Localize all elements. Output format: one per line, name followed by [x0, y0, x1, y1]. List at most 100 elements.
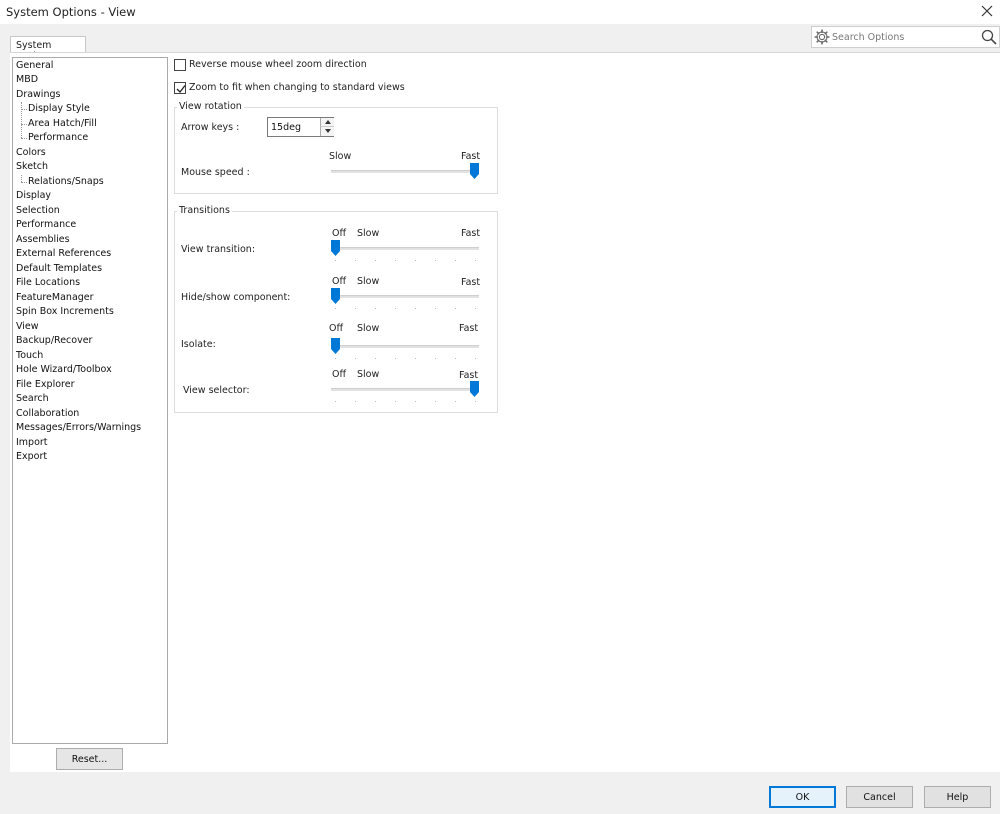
- search-input[interactable]: [832, 29, 982, 45]
- slider-tick: [475, 308, 476, 309]
- slider-tick: [335, 260, 336, 261]
- chevron-up-icon: [325, 120, 331, 124]
- view-transition-slider[interactable]: [331, 240, 479, 261]
- tree-item-mbd[interactable]: MBD: [16, 73, 38, 87]
- tree-item-display[interactable]: Display: [16, 189, 51, 203]
- hide-show-component-label: Hide/show component:: [181, 292, 291, 303]
- slider-tick: [455, 260, 456, 261]
- slider-tick: [475, 358, 476, 359]
- slider-tick: [375, 308, 376, 309]
- tree-item-general[interactable]: General: [16, 59, 53, 73]
- slider-track: [331, 247, 479, 250]
- slider-thumb[interactable]: [470, 163, 479, 179]
- view-transition-fast-label: Fast: [461, 228, 481, 239]
- tree-item-import[interactable]: Import: [16, 436, 48, 450]
- tree-item-drawings-performance[interactable]: Performance: [28, 131, 88, 145]
- tree-item-performance[interactable]: Performance: [16, 218, 76, 232]
- slider-tick: [415, 401, 416, 402]
- tree-item-export[interactable]: Export: [16, 450, 47, 464]
- tree-item-touch[interactable]: Touch: [16, 349, 43, 363]
- arrow-keys-input[interactable]: [271, 120, 317, 134]
- tree-item-messages-errors-warnings[interactable]: Messages/Errors/Warnings: [16, 421, 141, 435]
- search-box[interactable]: [811, 26, 1000, 48]
- slider-thumb[interactable]: [331, 338, 340, 354]
- slider-tick: [355, 308, 356, 309]
- slider-thumb[interactable]: [331, 288, 340, 304]
- tree-guide-tick: [21, 124, 27, 125]
- close-button[interactable]: [974, 0, 1000, 24]
- hide-show-slow-label: Slow: [357, 276, 380, 287]
- slider-tick: [335, 308, 336, 309]
- help-button[interactable]: Help: [924, 786, 991, 808]
- search-icon[interactable]: [981, 29, 997, 45]
- tree-item-sketch[interactable]: Sketch: [16, 160, 48, 174]
- slider-tick: [475, 260, 476, 261]
- view-rotation-title: View rotation: [177, 101, 244, 112]
- slider-tick: [475, 401, 476, 402]
- tree-item-backup-recover[interactable]: Backup/Recover: [16, 334, 92, 348]
- reset-button[interactable]: Reset...: [56, 748, 123, 770]
- tree-item-view[interactable]: View: [16, 320, 39, 334]
- tree-item-external-references[interactable]: External References: [16, 247, 111, 261]
- slider-thumb[interactable]: [470, 381, 479, 397]
- slider-tick: [435, 308, 436, 309]
- tree-guide-sketch: [21, 175, 22, 182]
- category-tree[interactable]: General MBD Drawings Display Style Area …: [12, 57, 168, 744]
- slider-tick: [395, 401, 396, 402]
- tree-guide-tick: [21, 138, 27, 139]
- slider-tick: [415, 308, 416, 309]
- slider-thumb[interactable]: [331, 240, 340, 256]
- arrow-keys-spinbox[interactable]: [267, 117, 334, 137]
- tree-item-collaboration[interactable]: Collaboration: [16, 407, 79, 421]
- view-selector-off-label: Off: [332, 369, 347, 380]
- tree-item-search[interactable]: Search: [16, 392, 49, 406]
- tree-item-file-locations[interactable]: File Locations: [16, 276, 80, 290]
- tree-item-relations-snaps[interactable]: Relations/Snaps: [28, 175, 104, 189]
- tree-item-featuremanager[interactable]: FeatureManager: [16, 291, 94, 305]
- view-transition-label: View transition:: [181, 244, 256, 255]
- view-selector-fast-label: Fast: [459, 370, 479, 381]
- spin-down-button[interactable]: [320, 127, 334, 136]
- tree-item-selection[interactable]: Selection: [16, 204, 60, 218]
- view-selector-label: View selector:: [183, 385, 250, 396]
- isolate-slider[interactable]: [331, 338, 479, 359]
- slider-tick: [375, 358, 376, 359]
- slider-ticks: [335, 308, 476, 310]
- gear-icon[interactable]: [814, 29, 830, 45]
- spin-up-button[interactable]: [320, 118, 334, 127]
- reverse-zoom-checkbox[interactable]: [174, 59, 186, 71]
- tree-item-assemblies[interactable]: Assemblies: [16, 233, 70, 247]
- tree-item-display-style[interactable]: Display Style: [28, 102, 90, 116]
- slider-tick: [435, 358, 436, 359]
- slider-tick: [455, 358, 456, 359]
- isolate-label: Isolate:: [181, 339, 216, 350]
- hide-show-component-slider[interactable]: [331, 288, 479, 309]
- window-title: System Options - View: [6, 5, 136, 19]
- tree-guide-tick: [21, 109, 27, 110]
- tree-item-file-explorer[interactable]: File Explorer: [16, 378, 74, 392]
- tree-item-spin-box-increments[interactable]: Spin Box Increments: [16, 305, 114, 319]
- tree-item-drawings[interactable]: Drawings: [16, 88, 60, 102]
- isolate-fast-label: Fast: [459, 323, 479, 334]
- mouse-speed-slider[interactable]: [331, 163, 479, 181]
- tree-item-colors[interactable]: Colors: [16, 146, 46, 160]
- title-bar: System Options - View: [0, 0, 1000, 24]
- slider-ticks: [335, 401, 476, 403]
- slider-tick: [335, 358, 336, 359]
- checkmark-icon: [176, 85, 186, 93]
- tree-item-area-hatch-fill[interactable]: Area Hatch/Fill: [28, 117, 97, 131]
- slider-tick: [335, 401, 336, 402]
- slider-tick: [375, 401, 376, 402]
- arrow-keys-label: Arrow keys :: [181, 122, 240, 133]
- mouse-speed-label: Mouse speed :: [181, 167, 250, 178]
- slider-tick: [355, 260, 356, 261]
- tree-item-hole-wizard-toolbox[interactable]: Hole Wizard/Toolbox: [16, 363, 112, 377]
- view-selector-slider[interactable]: [331, 381, 479, 402]
- hide-show-off-label: Off: [332, 276, 347, 287]
- view-selector-slow-label: Slow: [357, 369, 380, 380]
- cancel-button[interactable]: Cancel: [846, 786, 913, 808]
- zoom-to-fit-checkbox[interactable]: [174, 82, 186, 94]
- tree-guide-drawings: [21, 102, 22, 138]
- tree-item-default-templates[interactable]: Default Templates: [16, 262, 102, 276]
- ok-button[interactable]: OK: [769, 786, 836, 808]
